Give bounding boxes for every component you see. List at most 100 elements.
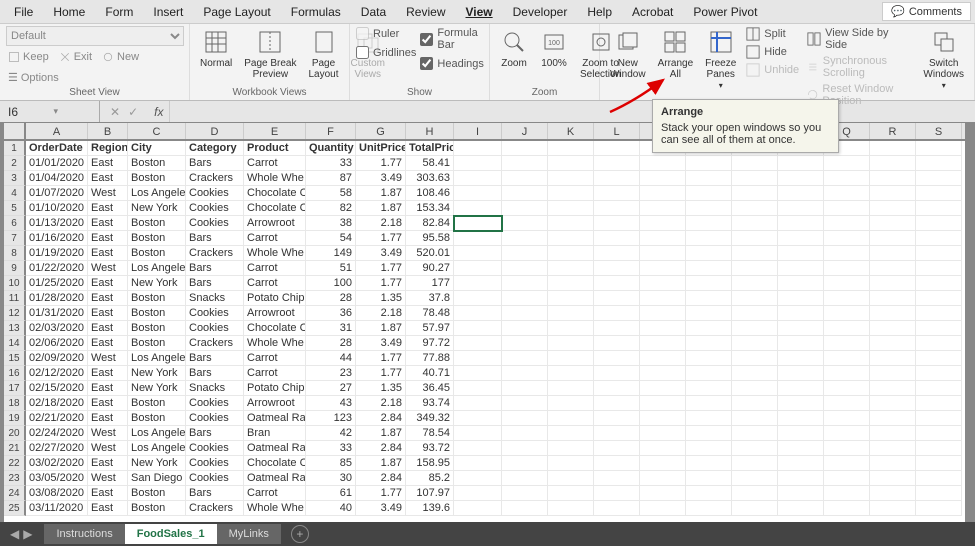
cell[interactable] <box>594 261 640 276</box>
cell[interactable] <box>454 231 502 246</box>
cell[interactable] <box>686 291 732 306</box>
cell[interactable] <box>594 291 640 306</box>
cell[interactable]: 01/28/2020 <box>26 291 88 306</box>
cell[interactable] <box>640 291 686 306</box>
cell[interactable]: Product <box>244 141 306 156</box>
row-header[interactable]: 10 <box>4 276 26 291</box>
cell[interactable] <box>916 321 962 336</box>
cell[interactable]: Boston <box>128 246 186 261</box>
cell[interactable] <box>824 291 870 306</box>
cell[interactable] <box>870 501 916 516</box>
cell[interactable] <box>454 441 502 456</box>
column-header[interactable]: L <box>594 123 640 139</box>
options-button[interactable]: ☰Options <box>6 70 61 85</box>
row-header[interactable]: 13 <box>4 321 26 336</box>
cell[interactable] <box>548 186 594 201</box>
cell[interactable]: Boston <box>128 231 186 246</box>
cell[interactable] <box>548 201 594 216</box>
cell[interactable]: East <box>88 201 128 216</box>
cell[interactable]: New York <box>128 201 186 216</box>
cell[interactable]: Chocolate C <box>244 201 306 216</box>
fx-label[interactable]: fx <box>148 105 169 119</box>
cell[interactable] <box>686 321 732 336</box>
cell[interactable] <box>916 306 962 321</box>
cell[interactable]: 23 <box>306 366 356 381</box>
headings-checkbox[interactable]: Headings <box>420 56 483 71</box>
cell[interactable]: 177 <box>406 276 454 291</box>
row-header[interactable]: 14 <box>4 336 26 351</box>
cell[interactable] <box>686 171 732 186</box>
column-header[interactable]: K <box>548 123 594 139</box>
cell[interactable] <box>916 186 962 201</box>
cell[interactable] <box>548 306 594 321</box>
cell[interactable]: City <box>128 141 186 156</box>
column-header[interactable]: E <box>244 123 306 139</box>
cell[interactable] <box>824 321 870 336</box>
cell[interactable] <box>454 471 502 486</box>
cell[interactable] <box>640 231 686 246</box>
cell[interactable] <box>454 411 502 426</box>
cell[interactable]: 1.87 <box>356 321 406 336</box>
cell[interactable]: 03/05/2020 <box>26 471 88 486</box>
cell[interactable]: Crackers <box>186 501 244 516</box>
cell[interactable] <box>594 441 640 456</box>
split-button[interactable]: Split <box>744 26 801 42</box>
cell[interactable]: Region <box>88 141 128 156</box>
cell[interactable] <box>824 351 870 366</box>
cell[interactable] <box>824 456 870 471</box>
cell[interactable] <box>870 471 916 486</box>
cell[interactable]: Boston <box>128 336 186 351</box>
cell[interactable]: 139.6 <box>406 501 454 516</box>
cell[interactable] <box>732 411 778 426</box>
cell[interactable]: Arrowroot <box>244 216 306 231</box>
cell[interactable] <box>548 486 594 501</box>
cell[interactable] <box>502 201 548 216</box>
cell[interactable] <box>640 246 686 261</box>
cell[interactable]: East <box>88 396 128 411</box>
cell[interactable] <box>870 426 916 441</box>
cell[interactable] <box>548 276 594 291</box>
cell[interactable]: 2.84 <box>356 411 406 426</box>
cell[interactable] <box>732 456 778 471</box>
cell[interactable] <box>502 486 548 501</box>
cell[interactable] <box>594 396 640 411</box>
cell[interactable]: 54 <box>306 231 356 246</box>
cell[interactable]: 30 <box>306 471 356 486</box>
cell[interactable] <box>732 291 778 306</box>
cancel-formula-icon[interactable]: ✕ <box>110 105 120 119</box>
cell[interactable]: 85.2 <box>406 471 454 486</box>
cell[interactable] <box>732 231 778 246</box>
cell[interactable] <box>732 396 778 411</box>
cell[interactable] <box>502 321 548 336</box>
cell[interactable] <box>548 171 594 186</box>
cell[interactable]: 1.77 <box>356 366 406 381</box>
cell[interactable] <box>778 486 824 501</box>
cell[interactable] <box>916 216 962 231</box>
cell[interactable] <box>916 336 962 351</box>
cell[interactable] <box>594 471 640 486</box>
cell[interactable]: 27 <box>306 381 356 396</box>
cell[interactable]: Carrot <box>244 261 306 276</box>
cell[interactable] <box>454 366 502 381</box>
sheet-tab[interactable]: FoodSales_1 <box>125 524 217 544</box>
view-side-by-side-button[interactable]: View Side by Side <box>805 26 915 52</box>
cell[interactable] <box>594 216 640 231</box>
cell[interactable]: 42 <box>306 426 356 441</box>
cell[interactable] <box>870 246 916 261</box>
cell[interactable] <box>502 351 548 366</box>
cell[interactable] <box>548 351 594 366</box>
cell[interactable]: 82.84 <box>406 216 454 231</box>
row-header[interactable]: 8 <box>4 246 26 261</box>
cell[interactable] <box>824 501 870 516</box>
cell[interactable] <box>824 366 870 381</box>
cell[interactable]: 1.77 <box>356 261 406 276</box>
cell[interactable]: Boston <box>128 156 186 171</box>
cell[interactable] <box>640 501 686 516</box>
cell[interactable]: West <box>88 186 128 201</box>
cell[interactable]: 1.77 <box>356 276 406 291</box>
cell[interactable] <box>778 306 824 321</box>
cell[interactable] <box>640 201 686 216</box>
cell[interactable] <box>824 441 870 456</box>
cell[interactable] <box>778 156 824 171</box>
cell[interactable] <box>640 336 686 351</box>
